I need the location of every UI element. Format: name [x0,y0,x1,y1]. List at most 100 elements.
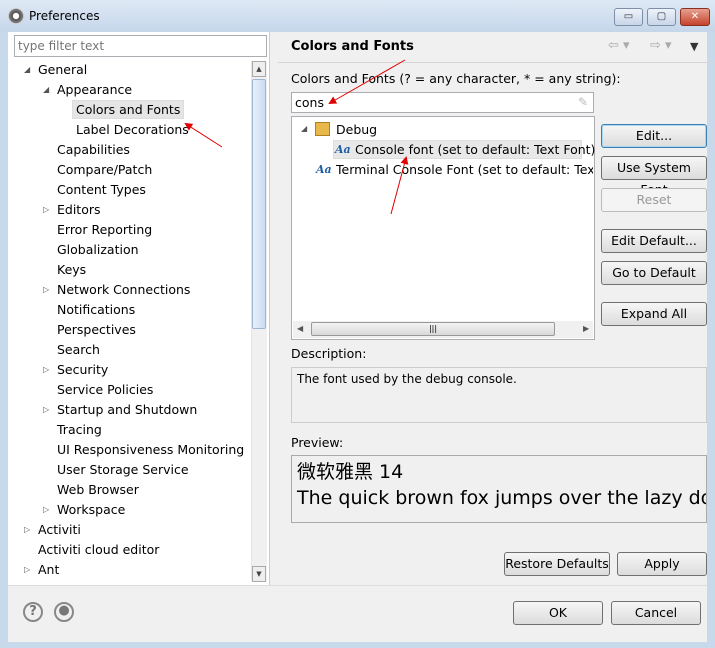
tree-item[interactable]: Colors and Fonts [72,100,185,120]
list-item[interactable]: Terminal Console Font (set to default: T… [336,162,593,177]
scroll-right-button[interactable]: ▶ [583,324,589,333]
tree-item-label: Search [57,342,100,357]
description-label: Description: [291,346,367,361]
edit-button[interactable]: Edit... [601,124,707,148]
collapsed-triangle-icon[interactable]: ▷ [24,565,32,574]
tree-item-label: Capabilities [57,142,130,157]
title-bar: Preferences ▭ ▢ ✕ [0,0,715,32]
preferences-gear-icon [8,8,24,24]
tree-item[interactable]: Notifications [57,300,135,320]
tree-item[interactable]: Activiti [38,520,81,540]
tree-item-label: Appearance [57,82,133,97]
tree-item-label: Tracing [57,422,102,437]
preview-line-2: The quick brown fox jumps over the lazy … [297,487,707,509]
clear-icon[interactable]: ✎ [578,95,588,109]
tree-item-label: Content Types [57,182,146,197]
tree-item[interactable]: Security [57,360,108,380]
tree-item-label: Ant [38,562,60,577]
collapsed-triangle-icon[interactable]: ▷ [24,525,32,534]
tree-item[interactable]: Label Decorations [76,120,189,140]
tree-item[interactable]: Keys [57,260,86,280]
minimize-button[interactable]: ▭ [614,8,643,26]
tree-item[interactable]: Tracing [57,420,102,440]
expanded-triangle-icon[interactable]: ◢ [43,85,51,94]
forward-arrow-icon[interactable]: ⇨ ▾ [650,38,672,53]
tree-item[interactable]: User Storage Service [57,460,189,480]
tree-item-label: Activiti [38,522,81,537]
expanded-triangle-icon[interactable]: ◢ [301,124,309,133]
preview-line-1: 微软雅黑 14 [297,461,404,483]
tree-item[interactable]: General [38,60,87,80]
tree-item-label: Network Connections [57,282,191,297]
tree-item-label: Activiti cloud editor [38,542,160,557]
tree-item[interactable]: Search [57,340,100,360]
scrollbar-thumb[interactable] [252,79,266,329]
tree-item[interactable]: Ant [38,560,59,580]
tree-item[interactable]: Appearance [57,80,132,100]
apply-button[interactable]: Apply [617,552,707,576]
preview-label: Preview: [291,435,344,450]
use-system-font-button[interactable]: Use System Font [601,156,707,197]
horizontal-scrollbar-thumb[interactable]: ||| [311,322,555,336]
font-icon: Aa [316,163,332,176]
tree-item[interactable]: Globalization [57,240,139,260]
expanded-triangle-icon[interactable]: ◢ [24,65,32,74]
restore-defaults-button[interactable]: Restore Defaults [504,552,610,576]
tree-item-label: General [38,62,88,77]
category-debug[interactable]: Debug [336,122,377,137]
edit-default-button[interactable]: Edit Default... [601,229,707,253]
tree-item[interactable]: Activiti cloud editor [38,540,159,560]
ok-button[interactable]: OK [513,601,603,625]
expand-all-button[interactable]: Expand All [601,302,707,326]
tree-item-label: Startup and Shutdown [57,402,198,417]
tree-item[interactable]: Network Connections [57,280,190,300]
tree-item[interactable]: UI Responsiveness Monitoring [57,440,244,460]
collapsed-triangle-icon[interactable]: ▷ [43,405,51,414]
list-item[interactable]: Console font (set to default: Text Font) [355,142,595,157]
maximize-button[interactable]: ▢ [647,8,676,26]
tree-item[interactable]: Editors [57,200,101,220]
filter-input[interactable] [14,35,267,57]
tree-item-label: Keys [57,262,87,277]
tree-item[interactable]: Error Reporting [57,220,152,240]
divider [278,62,715,63]
window-title: Preferences [29,9,100,23]
filter-label: Colors and Fonts (? = any character, * =… [291,71,621,86]
go-to-default-button[interactable]: Go to Default [601,261,707,285]
collapsed-triangle-icon[interactable]: ▷ [43,365,51,374]
description-text: The font used by the debug console. [291,367,707,423]
import-export-icon[interactable]: ● [54,602,74,622]
tree-item[interactable]: Web Browser [57,480,139,500]
tree-item-label: Compare/Patch [57,162,153,177]
reset-button[interactable]: Reset [601,188,707,212]
collapsed-triangle-icon[interactable]: ▷ [43,285,51,294]
tree-item-label: Label Decorations [76,122,189,137]
collapsed-triangle-icon[interactable]: ▷ [43,505,51,514]
tree-item[interactable]: Content Types [57,180,146,200]
font-preview: 微软雅黑 14 The quick brown fox jumps over t… [291,455,707,523]
tree-item-label: Service Policies [57,382,154,397]
close-button[interactable]: ✕ [680,8,710,26]
help-icon[interactable]: ? [23,602,43,622]
view-menu-icon[interactable]: ▼ [690,40,698,53]
font-icon: Aa [335,143,351,156]
tree-item-label: Colors and Fonts [72,100,185,119]
back-arrow-icon[interactable]: ⇦ ▾ [608,38,630,53]
tree-item[interactable]: Service Policies [57,380,153,400]
tree-item[interactable]: Compare/Patch [57,160,152,180]
scroll-down-button[interactable]: ▼ [252,566,266,582]
colors-fonts-filter-input[interactable] [291,92,594,113]
tree-item[interactable]: Capabilities [57,140,130,160]
cancel-button[interactable]: Cancel [611,601,701,625]
tree-item[interactable]: Startup and Shutdown [57,400,197,420]
tree-item-label: Globalization [57,242,139,257]
collapsed-triangle-icon[interactable]: ▷ [43,205,51,214]
tree-item[interactable]: Perspectives [57,320,136,340]
scroll-up-button[interactable]: ▲ [252,61,266,77]
tree-item-label: UI Responsiveness Monitoring [57,442,245,457]
scroll-left-button[interactable]: ◀ [297,324,303,333]
tree-item-label: Perspectives [57,322,136,337]
tree-item-label: Web Browser [57,482,139,497]
tree-item[interactable]: Workspace [57,500,125,520]
debug-category-icon [315,122,330,136]
